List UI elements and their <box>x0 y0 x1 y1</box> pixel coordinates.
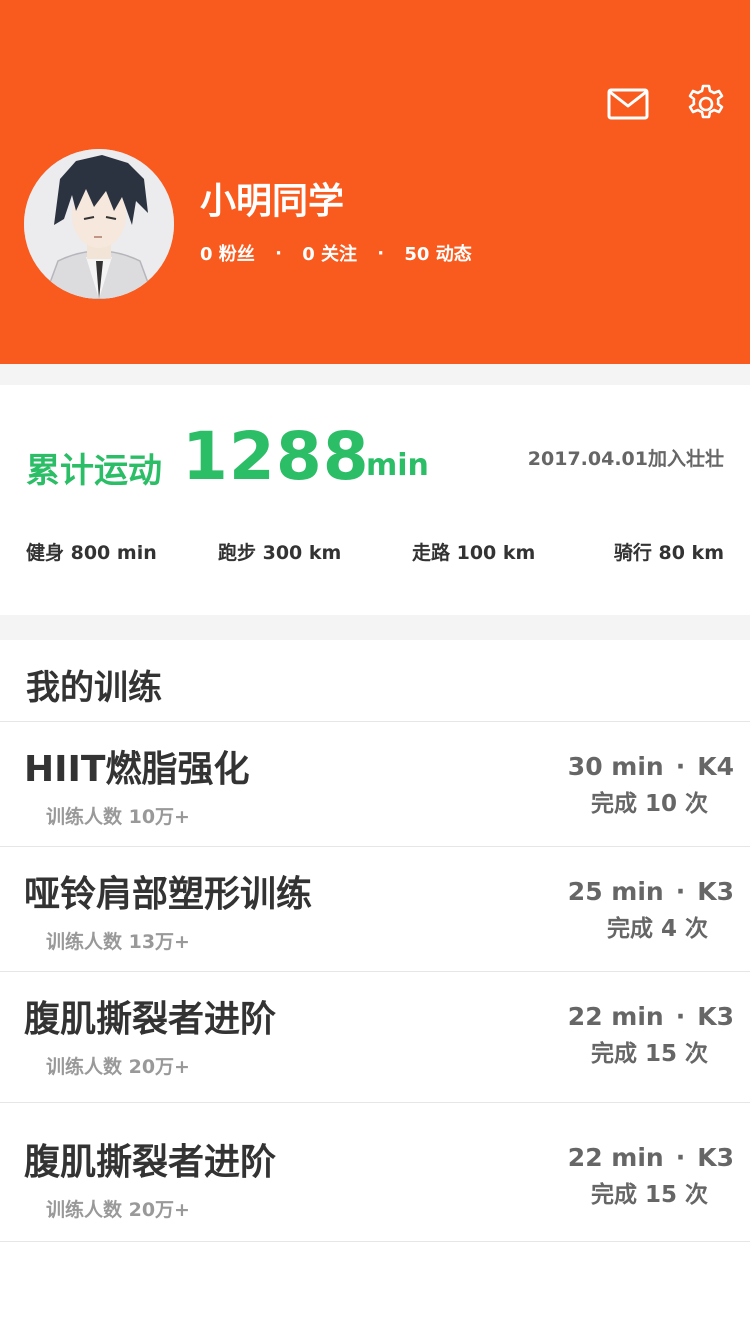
section-divider <box>0 615 750 640</box>
training-name: HIIT燃脂强化 <box>24 749 250 790</box>
training-meta: 22 min · K3 <box>568 1002 734 1031</box>
training-level: K3 <box>697 1143 734 1172</box>
training-list: HIIT燃脂强化 训练人数 10万+ 30 min · K4 完成 10 次 哑铃肩… <box>0 721 750 1242</box>
training-name: 腹肌撕裂者进阶 <box>24 999 277 1040</box>
username: 小明同学 <box>200 181 345 222</box>
separator-dot: · <box>675 877 686 906</box>
exercise-stats-card <box>0 385 750 615</box>
training-meta: 30 min · K4 <box>568 752 734 781</box>
posts-count[interactable]: 50 动态 <box>404 240 471 266</box>
training-item[interactable]: 哑铃肩部塑形训练 训练人数 13万+ 25 min · K3 完成 4 次 <box>0 846 750 971</box>
join-date: 2017.04.01加入壮壮 <box>527 448 724 470</box>
my-training-title: 我的训练 <box>26 668 162 708</box>
training-level: K3 <box>697 1002 734 1031</box>
gear-icon <box>688 84 724 119</box>
completed-count: 完成 4 次 <box>606 916 708 942</box>
total-exercise-label: 累计运动 <box>26 451 162 491</box>
trainee-count: 训练人数 10万+ <box>46 806 190 828</box>
trainee-count: 训练人数 20万+ <box>46 1056 190 1078</box>
stat-fitness: 健身 800 min <box>26 542 157 564</box>
training-duration: 25 min <box>567 877 664 906</box>
mail-button[interactable] <box>606 84 650 124</box>
stat-running: 跑步 300 km <box>218 542 342 564</box>
trainee-count: 训练人数 13万+ <box>46 931 190 953</box>
training-item[interactable]: HIIT燃脂强化 训练人数 10万+ 30 min · K4 完成 10 次 <box>0 721 750 846</box>
stat-cycling: 骑行 80 km <box>613 542 724 564</box>
training-meta: 22 min · K3 <box>568 1143 734 1172</box>
training-level: K3 <box>697 877 734 906</box>
trainee-count: 训练人数 20万+ <box>46 1199 190 1221</box>
training-level: K4 <box>697 752 734 781</box>
completed-count: 完成 10 次 <box>590 791 708 817</box>
separator-dot: · <box>675 752 686 781</box>
training-item[interactable]: 腹肌撕裂者进阶 训练人数 20万+ 22 min · K3 完成 15 次 <box>0 1102 750 1242</box>
training-item[interactable]: 腹肌撕裂者进阶 训练人数 20万+ 22 min · K3 完成 15 次 <box>0 971 750 1102</box>
training-duration: 30 min <box>567 752 664 781</box>
training-duration: 22 min <box>567 1002 664 1031</box>
avatar-image <box>24 149 174 299</box>
total-exercise-unit: min <box>366 448 429 483</box>
training-meta: 25 min · K3 <box>568 877 734 906</box>
avatar[interactable] <box>24 149 174 299</box>
total-exercise-value: 1288 <box>182 418 370 495</box>
mail-icon <box>607 88 649 120</box>
completed-count: 完成 15 次 <box>590 1182 708 1208</box>
section-divider <box>0 364 750 385</box>
separator-dot: · <box>675 1002 686 1031</box>
training-duration: 22 min <box>567 1143 664 1172</box>
separator-dot: · <box>377 242 385 264</box>
completed-count: 完成 15 次 <box>590 1041 708 1067</box>
following-count[interactable]: 0 关注 <box>302 240 357 266</box>
separator-dot: · <box>675 1143 686 1172</box>
stat-walking: 走路 100 km <box>412 542 536 564</box>
settings-button[interactable] <box>684 84 728 124</box>
training-name: 哑铃肩部塑形训练 <box>24 874 313 915</box>
social-stats: 0 粉丝 · 0 关注 · 50 动态 <box>200 240 472 266</box>
training-name: 腹肌撕裂者进阶 <box>24 1142 277 1183</box>
followers-count[interactable]: 0 粉丝 <box>200 240 255 266</box>
separator-dot: · <box>275 242 282 264</box>
